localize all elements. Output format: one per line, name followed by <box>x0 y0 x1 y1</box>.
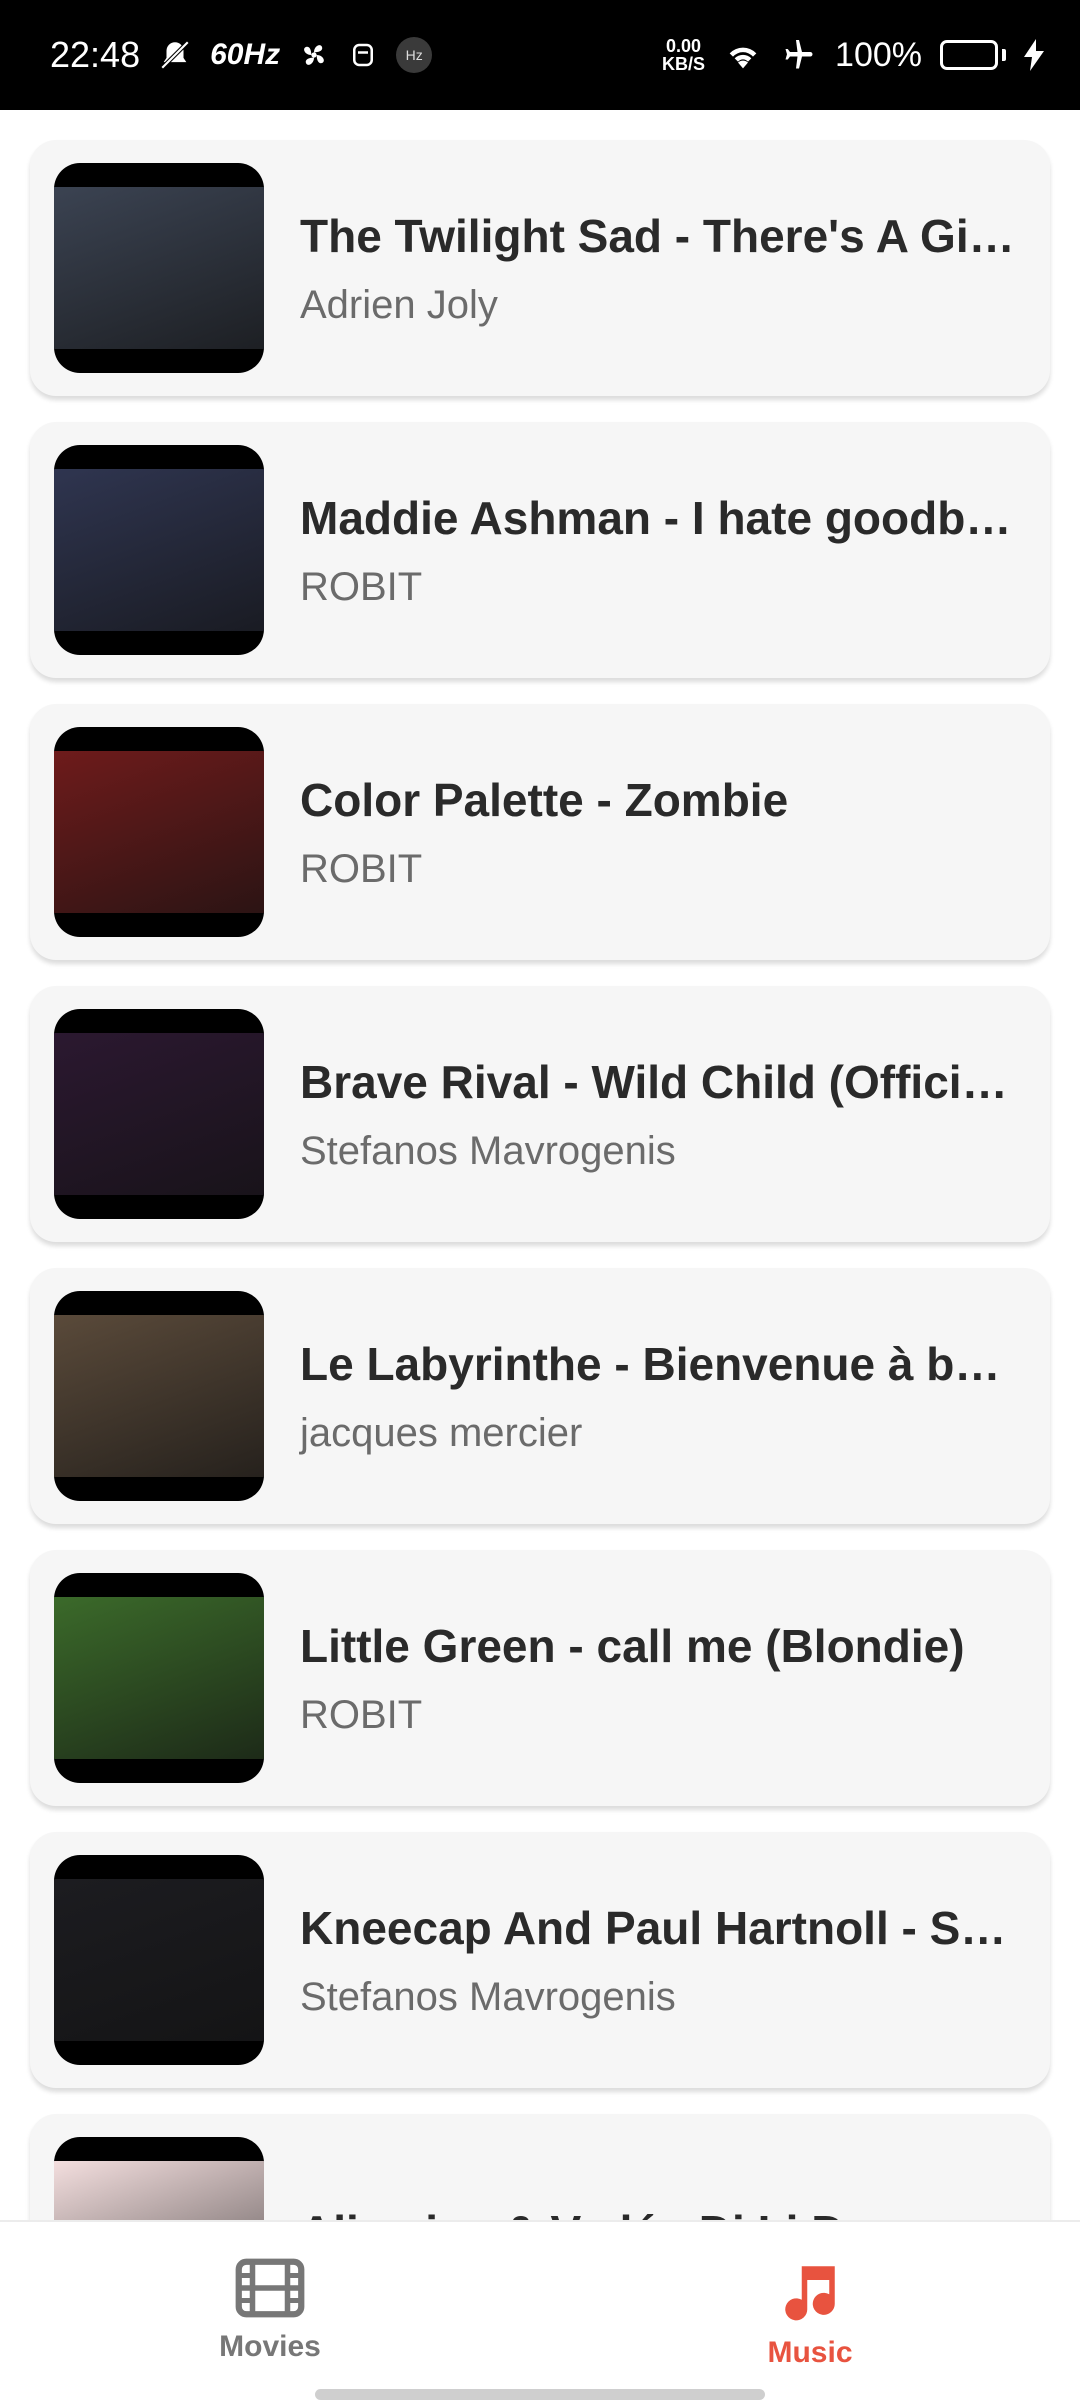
track-artist: jacques mercier <box>300 1410 583 1455</box>
thumbnail-image <box>54 1315 264 1477</box>
track-artist: ROBIT <box>300 846 423 891</box>
track-artist: Adrien Joly <box>300 282 498 327</box>
nav-label-music: Music <box>767 2336 853 2369</box>
status-bar-left: 22:48 60Hz Hz <box>50 34 433 76</box>
battery-percent: 100% <box>835 35 922 74</box>
nav-item-movies[interactable]: Movies <box>120 2222 420 2400</box>
track-title: Kneecap And Paul Hartnoll - Sa... <box>300 1901 1020 1954</box>
track-thumbnail <box>54 1009 264 1219</box>
music-note-icon <box>785 2266 835 2321</box>
fan-icon <box>304 45 325 65</box>
film-icon <box>235 2258 305 2318</box>
track-card[interactable]: Little Green - call me (Blondie) ROBIT <box>30 1550 1050 1806</box>
track-text: Color Palette - Zombie ROBIT <box>300 773 1020 892</box>
bottom-navigation: Movies Music <box>0 2220 1080 2400</box>
track-artist: ROBIT <box>300 1692 423 1737</box>
nav-label-movies: Movies <box>219 2330 321 2363</box>
track-text: Le Labyrinthe - Bienvenue à bor... jacque… <box>300 1337 1020 1456</box>
charging-bolt-icon <box>1024 39 1044 71</box>
thumbnail-image <box>54 751 264 913</box>
track-thumbnail <box>54 163 264 373</box>
wifi-icon <box>729 47 757 69</box>
bell-off-icon <box>160 40 190 70</box>
track-title: Le Labyrinthe - Bienvenue à bor... <box>300 1337 1020 1390</box>
track-card[interactable]: Alizarina & Vadé - Di Li Do <box>30 2114 1050 2220</box>
track-card[interactable]: Le Labyrinthe - Bienvenue à bor... jacque… <box>30 1268 1050 1524</box>
track-list[interactable]: The Twilight Sad - There's A Girl... Adri… <box>0 110 1080 2220</box>
track-card[interactable]: Color Palette - Zombie ROBIT <box>30 704 1050 960</box>
track-thumbnail <box>54 445 264 655</box>
track-card[interactable]: The Twilight Sad - There's A Girl... Adri… <box>30 140 1050 396</box>
track-text: Little Green - call me (Blondie) ROBIT <box>300 1619 1020 1738</box>
track-title: Color Palette - Zombie <box>300 773 789 826</box>
track-thumbnail <box>54 2137 264 2220</box>
network-speed: 0.00 KB/S <box>662 37 705 73</box>
shield-icon <box>353 43 374 67</box>
nav-item-music[interactable]: Music <box>660 2222 960 2400</box>
refresh-rate-label: 60Hz <box>210 38 281 71</box>
status-bar-right: 0.00 KB/S 100% <box>662 36 1044 75</box>
track-text: Alizarina & Vadé - Di Li Do <box>300 2205 1020 2220</box>
network-speed-value: 0.00 <box>666 36 702 56</box>
track-title: Maddie Ashman - I hate goodby... <box>300 491 1020 544</box>
track-title: The Twilight Sad - There's A Girl... <box>300 209 1020 262</box>
track-artist: Stefanos Mavrogenis <box>300 1128 676 1173</box>
network-speed-unit: KB/S <box>662 54 706 74</box>
thumbnail-image <box>54 1879 264 2041</box>
hz-badge: Hz <box>396 37 433 73</box>
thumbnail-image <box>54 469 264 631</box>
track-title: Brave Rival - Wild Child (Official ... <box>300 1055 1020 1108</box>
track-text: Kneecap And Paul Hartnoll - Sa... Stefano… <box>300 1901 1020 2020</box>
track-title: Alizarina & Vadé - Di Li Do <box>300 2205 1020 2220</box>
track-text: The Twilight Sad - There's A Girl... Adri… <box>300 209 1020 328</box>
home-indicator[interactable] <box>315 2389 765 2400</box>
track-card[interactable]: Kneecap And Paul Hartnoll - Sa... Stefano… <box>30 1832 1050 2088</box>
clock: 22:48 <box>50 34 141 75</box>
thumbnail-image <box>54 187 264 349</box>
thumbnail-image <box>54 1033 264 1195</box>
track-artist: ROBIT <box>300 564 423 609</box>
track-thumbnail <box>54 727 264 937</box>
track-text: Brave Rival - Wild Child (Official ... St… <box>300 1055 1020 1174</box>
track-thumbnail <box>54 1291 264 1501</box>
thumbnail-image <box>54 2161 264 2220</box>
track-thumbnail <box>54 1855 264 2065</box>
track-text: Maddie Ashman - I hate goodby... ROBIT <box>300 491 1020 610</box>
status-bar: 22:48 60Hz Hz 0.00 KB/S 100% <box>0 0 1080 110</box>
airplane-icon <box>785 40 813 69</box>
track-title: Little Green - call me (Blondie) <box>300 1619 965 1672</box>
battery-icon <box>940 40 1006 70</box>
track-artist: Stefanos Mavrogenis <box>300 1974 676 2019</box>
track-thumbnail <box>54 1573 264 1783</box>
thumbnail-image <box>54 1597 264 1759</box>
track-card[interactable]: Brave Rival - Wild Child (Official ... St… <box>30 986 1050 1242</box>
track-card[interactable]: Maddie Ashman - I hate goodby... ROBIT <box>30 422 1050 678</box>
